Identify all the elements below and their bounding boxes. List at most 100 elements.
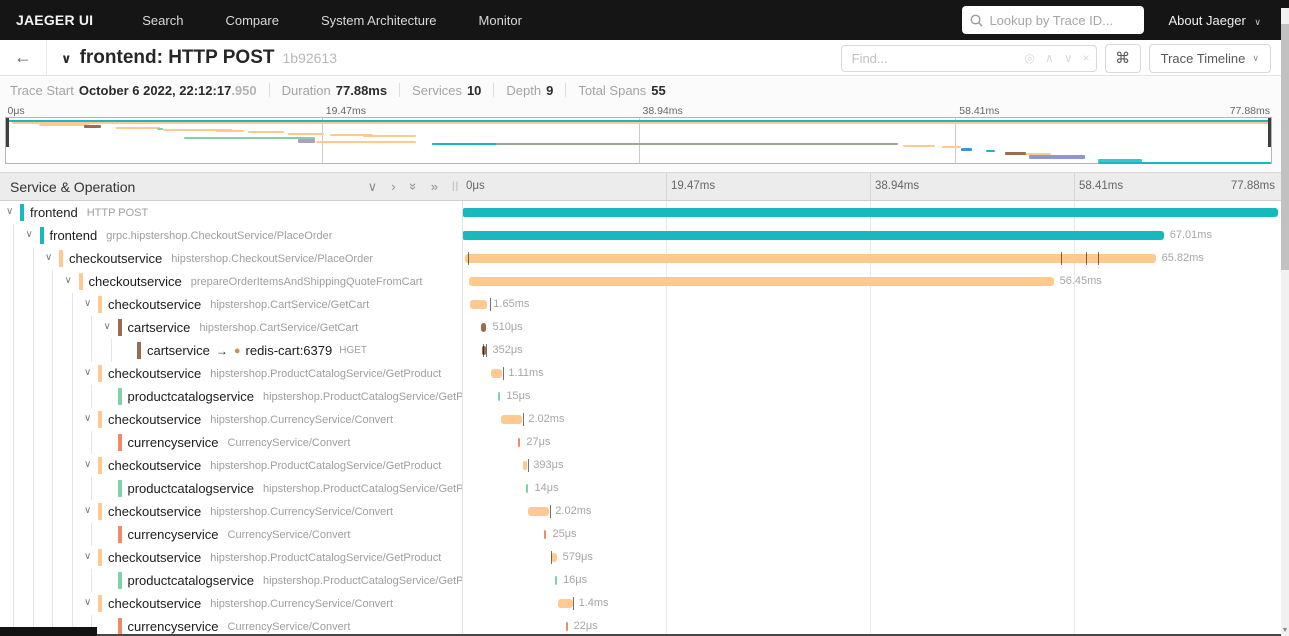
nav-item-system-architecture[interactable]: System Architecture <box>300 0 458 40</box>
span-bar-cell[interactable]: 1.65ms <box>462 293 1278 316</box>
span-name[interactable]: frontend grpc.hipstershop.CheckoutService… <box>50 224 333 247</box>
collapse-trace-icon[interactable]: ∨ <box>61 51 72 67</box>
span-name[interactable]: checkoutservice hipstershop.ProductCatalo… <box>108 546 441 569</box>
span-bar-cell[interactable]: 352μs <box>462 339 1278 362</box>
span-duration-bar[interactable] <box>518 438 521 447</box>
span-name-cell[interactable]: cartservice → ● redis-cart:6379 HGET <box>0 339 462 362</box>
collapse-all-icon[interactable]: » <box>406 183 421 190</box>
span-name-cell[interactable]: ∨ cartservice hipstershop.CartService/GetC… <box>0 316 462 339</box>
span-bar-cell[interactable]: 393μs <box>462 454 1278 477</box>
span-name-cell[interactable]: productcatalogservice hipstershop.Product… <box>0 569 462 592</box>
span-name-cell[interactable]: ∨ frontend HTTP POST <box>0 201 462 224</box>
span-name[interactable]: currencyservice CurrencyService/Convert <box>128 431 351 454</box>
focus-target-icon[interactable]: ◎ <box>1025 51 1035 65</box>
span-name[interactable]: checkoutservice hipstershop.ProductCatalo… <box>108 454 441 477</box>
span-duration-bar[interactable] <box>469 277 1054 286</box>
span-name[interactable]: productcatalogservice hipstershop.Product… <box>128 385 463 408</box>
span-name-cell[interactable]: ∨ checkoutservice hipstershop.ProductCatal… <box>0 546 462 569</box>
span-bar-cell[interactable]: 2.02ms <box>462 408 1278 431</box>
span-duration-bar[interactable] <box>498 392 501 401</box>
span-duration-bar[interactable] <box>526 484 529 493</box>
span-name[interactable]: checkoutservice hipstershop.CartService/G… <box>108 293 369 316</box>
viewport-drag-handle-right[interactable] <box>1268 118 1271 147</box>
span-duration-bar[interactable] <box>480 323 487 332</box>
nav-item-compare[interactable]: Compare <box>204 0 299 40</box>
span-name-cell[interactable]: productcatalogservice hipstershop.Product… <box>0 477 462 500</box>
span-collapse-icon[interactable]: ∨ <box>84 551 91 562</box>
span-bar-cell[interactable]: 16μs <box>462 569 1278 592</box>
span-duration-bar[interactable] <box>465 254 1156 263</box>
span-collapse-icon[interactable]: ∨ <box>84 367 91 378</box>
span-name[interactable]: productcatalogservice hipstershop.Product… <box>128 569 463 592</box>
trace-minimap[interactable] <box>5 117 1272 164</box>
vertical-scrollbar[interactable]: ▼ <box>1281 8 1289 636</box>
span-collapse-icon[interactable]: ∨ <box>45 252 52 263</box>
keyboard-shortcuts-button[interactable]: ⌘ <box>1104 43 1141 73</box>
span-collapse-icon[interactable]: ∨ <box>6 206 13 217</box>
span-name-cell[interactable]: ∨ checkoutservice hipstershop.ProductCatal… <box>0 362 462 385</box>
span-duration-bar[interactable] <box>501 415 523 424</box>
span-duration-bar[interactable] <box>462 231 1164 240</box>
span-collapse-icon[interactable]: ∨ <box>84 413 91 424</box>
span-name[interactable]: checkoutservice hipstershop.ProductCatalo… <box>108 362 441 385</box>
span-duration-bar[interactable] <box>462 208 1278 217</box>
scrollbar-down-arrow-icon[interactable]: ▼ <box>1281 627 1289 634</box>
span-bar-cell[interactable] <box>462 201 1278 224</box>
span-name-cell[interactable]: ∨ checkoutservice prepareOrderItemsAndShip… <box>0 270 462 293</box>
span-name[interactable]: cartservice → ● redis-cart:6379 HGET <box>147 339 367 362</box>
span-name[interactable]: currencyservice CurrencyService/Convert <box>128 523 351 546</box>
span-bar-cell[interactable]: 2.02ms <box>462 500 1278 523</box>
span-name[interactable]: checkoutservice hipstershop.CurrencyServi… <box>108 592 393 615</box>
span-collapse-icon[interactable]: ∨ <box>104 321 111 332</box>
span-collapse-icon[interactable]: ∨ <box>84 459 91 470</box>
span-name[interactable]: frontend HTTP POST <box>30 201 148 224</box>
next-result-icon[interactable]: ∨ <box>1064 51 1073 65</box>
span-collapse-icon[interactable]: ∨ <box>84 298 91 309</box>
scrollbar-thumb[interactable] <box>1281 24 1289 270</box>
span-bar-cell[interactable]: 65.82ms <box>462 247 1278 270</box>
span-bar-cell[interactable]: 510μs <box>462 316 1278 339</box>
span-duration-bar[interactable] <box>565 622 568 631</box>
span-collapse-icon[interactable]: ∨ <box>65 275 72 286</box>
span-name[interactable]: productcatalogservice hipstershop.Product… <box>128 477 463 500</box>
span-bar-cell[interactable]: 22μs <box>462 615 1278 636</box>
find-input[interactable]: Find... ◎ ∧ ∨ × <box>840 44 1097 72</box>
span-bar-cell[interactable]: 1.11ms <box>462 362 1278 385</box>
span-name-cell[interactable]: ∨ checkoutservice hipstershop.CurrencyServ… <box>0 500 462 523</box>
span-duration-bar[interactable] <box>470 300 488 309</box>
span-duration-bar[interactable] <box>490 369 503 378</box>
span-bar-cell[interactable]: 1.4ms <box>462 592 1278 615</box>
trace-view-selector[interactable]: Trace Timeline ∨ <box>1148 43 1271 73</box>
span-duration-bar[interactable] <box>557 599 573 608</box>
span-name-cell[interactable]: ∨ checkoutservice hipstershop.CurrencyServ… <box>0 592 462 615</box>
span-name-cell[interactable]: productcatalogservice hipstershop.Product… <box>0 385 462 408</box>
span-bar-cell[interactable]: 15μs <box>462 385 1278 408</box>
span-name-cell[interactable]: ∨ checkoutservice hipstershop.CurrencyServ… <box>0 408 462 431</box>
span-name[interactable]: currencyservice CurrencyService/Convert <box>128 615 351 636</box>
trace-title-group[interactable]: ∨ frontend: HTTP POST 1b92613 <box>61 47 337 69</box>
viewport-drag-handle-left[interactable] <box>6 118 9 147</box>
app-brand[interactable]: JAEGER UI <box>0 12 121 28</box>
span-duration-bar[interactable] <box>528 507 550 516</box>
nav-item-monitor[interactable]: Monitor <box>458 0 543 40</box>
about-jaeger-menu[interactable]: About Jaeger ∨ <box>1168 13 1261 28</box>
expand-one-icon[interactable]: › <box>391 180 395 193</box>
clear-find-icon[interactable]: × <box>1083 51 1090 65</box>
span-collapse-icon[interactable]: ∨ <box>26 229 33 240</box>
span-collapse-icon[interactable]: ∨ <box>84 505 91 516</box>
span-name-cell[interactable]: currencyservice CurrencyService/Convert <box>0 431 462 454</box>
span-duration-bar[interactable] <box>544 530 547 539</box>
span-duration-bar[interactable] <box>523 461 528 470</box>
span-duration-bar[interactable] <box>555 576 558 585</box>
expand-all-icon[interactable]: » <box>431 180 438 193</box>
prev-result-icon[interactable]: ∧ <box>1045 51 1054 65</box>
span-name[interactable]: checkoutservice prepareOrderItemsAndShipp… <box>89 270 423 293</box>
span-name-cell[interactable]: currencyservice CurrencyService/Convert <box>0 523 462 546</box>
span-bar-cell[interactable]: 27μs <box>462 431 1278 454</box>
nav-item-search[interactable]: Search <box>121 0 204 40</box>
span-name-cell[interactable]: ∨ checkoutservice hipstershop.CheckoutServ… <box>0 247 462 270</box>
span-bar-cell[interactable]: 579μs <box>462 546 1278 569</box>
column-resize-handle[interactable]: || <box>452 181 459 192</box>
span-collapse-icon[interactable]: ∨ <box>84 597 91 608</box>
span-name[interactable]: checkoutservice hipstershop.CurrencyServi… <box>108 500 393 523</box>
